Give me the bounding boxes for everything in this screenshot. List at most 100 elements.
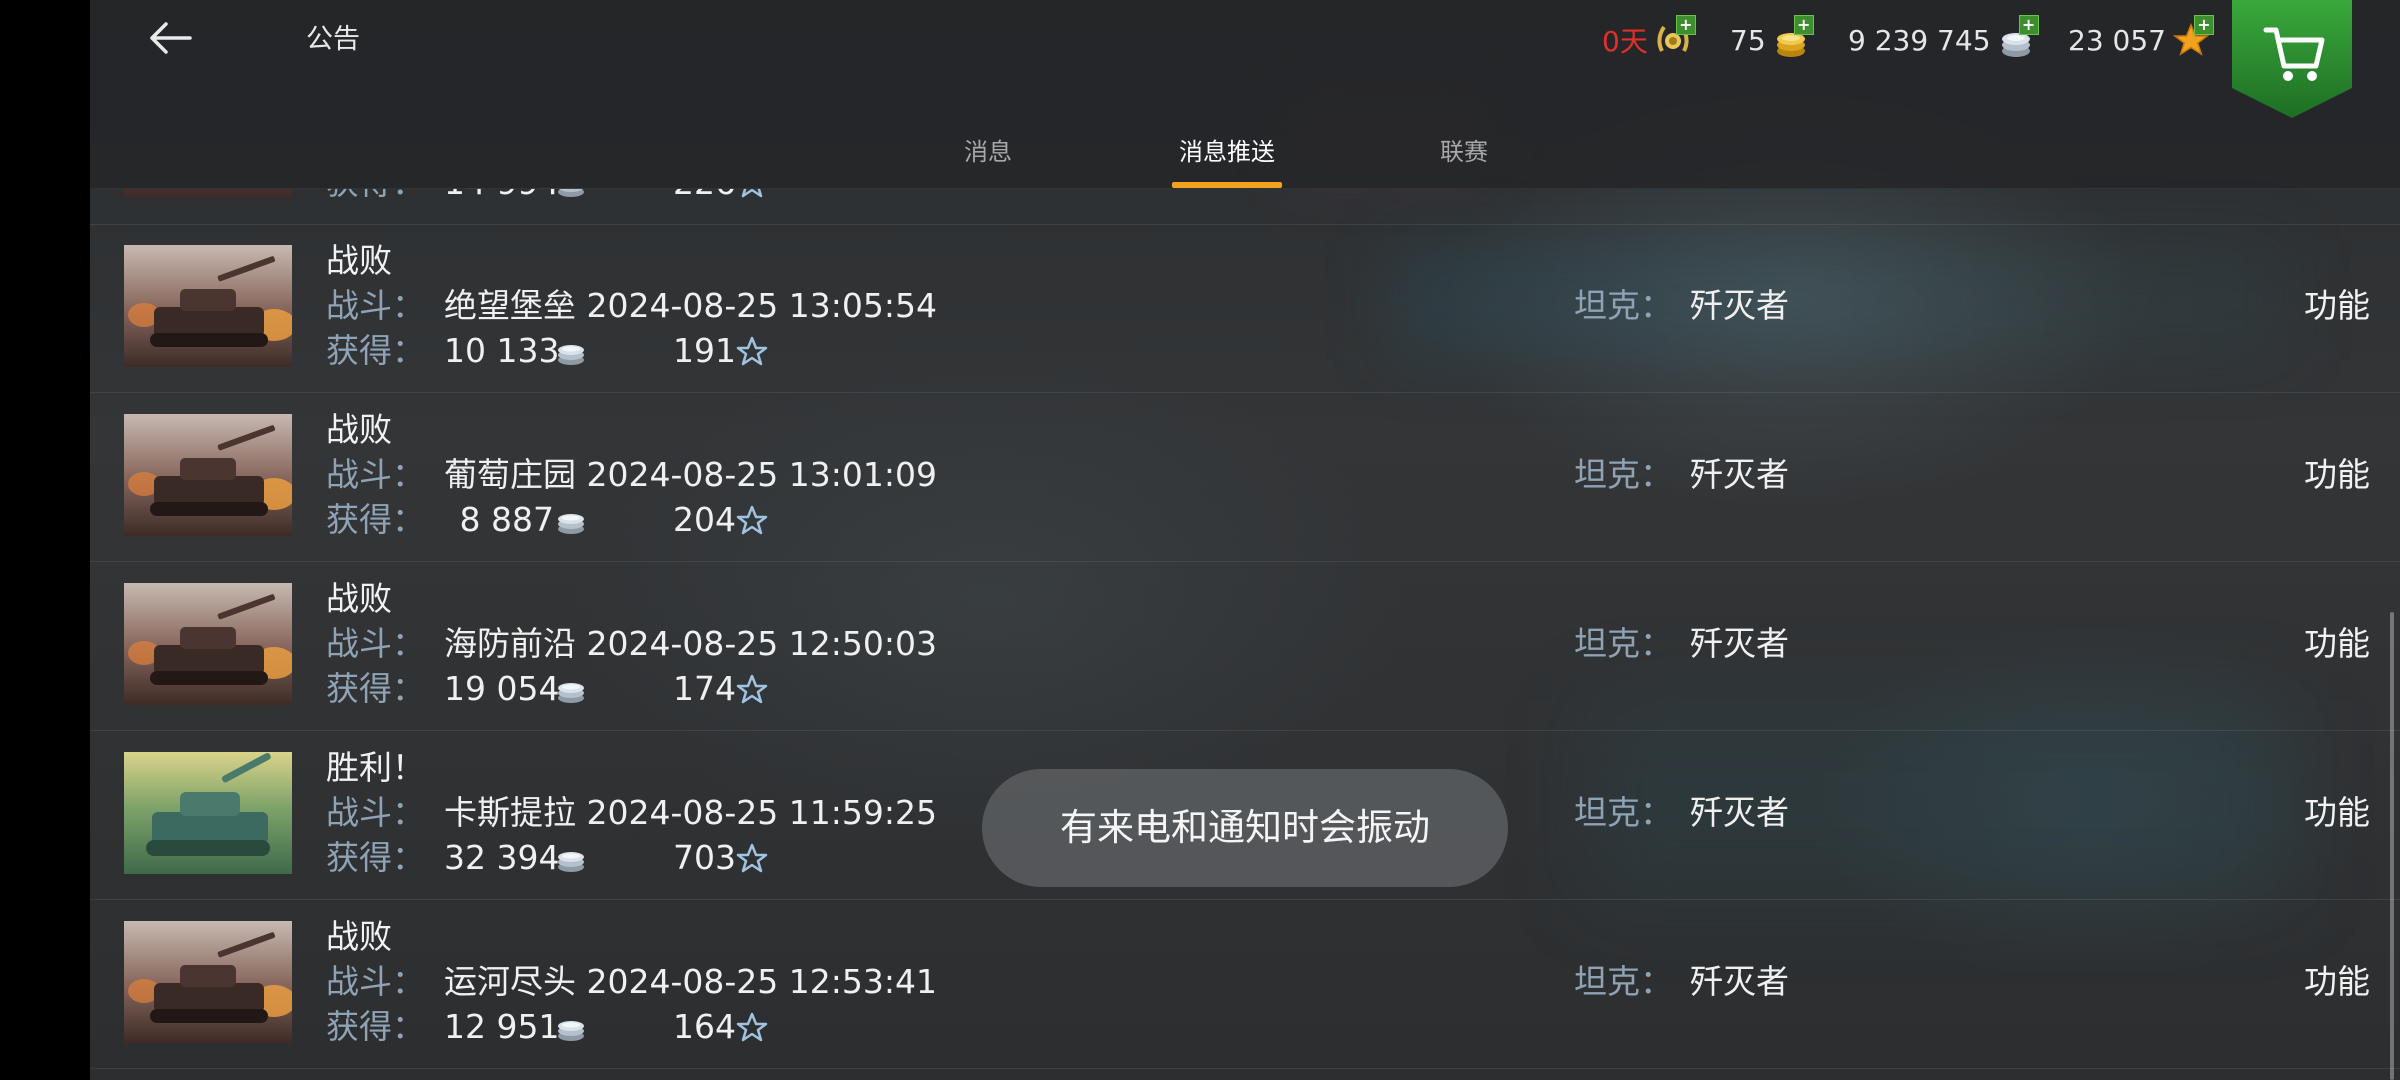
tab-push-messages[interactable]: 消息推送 [1172,132,1282,188]
xp-earned: 204 [673,500,736,539]
function-button[interactable]: 功能 [2304,454,2370,496]
battle-label: 战斗： [326,455,425,494]
tank-label: 坦克： [1574,793,1673,832]
earnings-line: 获得： 10 133 191 [326,330,768,376]
function-button[interactable]: 功能 [2304,792,2370,834]
back-button[interactable] [130,12,210,68]
map-name: 葡萄庄园 [444,455,576,494]
battle-label: 战斗： [326,286,425,325]
credits-counter[interactable]: 9 239 745 + [1848,15,2039,64]
xp-earned: 703 [673,838,736,877]
earnings-line: 获得： 19 054 174 [326,668,768,714]
xp-earned: 191 [673,331,736,370]
message-row[interactable]: 获得：14 994 226 [90,188,2400,225]
list-scrollbar[interactable] [2390,612,2394,1080]
star-outline-icon [736,672,768,714]
tab-bar: 消息 消息推送 联赛 [90,118,2400,188]
earnings-line: 获得： 32 394 703 [326,837,768,883]
silver-coins-icon [554,188,588,208]
battle-datetime: 2024-08-25 11:59:25 [586,793,937,832]
star-outline-icon [736,334,768,376]
credits-earned: 8 887 [459,500,554,539]
earned-label: 获得： [326,331,425,370]
plus-icon[interactable]: + [2193,15,2214,35]
plus-icon[interactable]: + [1793,15,1814,35]
gold-coins-icon: + [1772,15,1814,59]
battle-line: 战斗： 卡斯提拉 2024-08-25 11:59:25 [326,792,937,834]
tank-label: 坦克： [1574,455,1673,494]
map-name: 海防前沿 [444,624,576,663]
tab-label: 消息 [964,138,1012,166]
tank-info: 坦克： 歼灭者 [1574,623,1789,665]
tank-info: 坦克： 歼灭者 [1574,285,1789,327]
earned-label: 获得： [326,188,444,204]
silver-coins-icon [554,672,588,714]
free-xp-counter[interactable]: 23 057 + [2068,15,2214,64]
tank-name: 歼灭者 [1690,793,1789,832]
premium-laurel-icon: + [1654,15,1696,59]
tab-label: 消息推送 [1179,138,1275,166]
credits-earned: 10 133 [444,331,560,370]
arrow-left-icon [146,20,194,60]
battle-line: 战斗： 海防前沿 2024-08-25 12:50:03 [326,623,937,665]
battle-datetime: 2024-08-25 13:05:54 [586,286,937,325]
tab-messages[interactable]: 消息 [950,132,1026,188]
earned-label: 获得： [326,669,425,708]
message-row[interactable]: 战败 战斗： 绝望堡垒 2024-08-25 13:05:54 获得： 10 133… [90,224,2400,393]
tank-label: 坦克： [1574,624,1673,663]
tank-thumbnail-defeat [124,583,292,705]
battle-datetime: 2024-08-25 13:01:09 [586,455,937,494]
battle-datetime: 2024-08-25 12:50:03 [586,624,937,663]
map-name: 卡斯提拉 [444,793,576,832]
battle-datetime: 2024-08-25 12:53:41 [586,962,937,1001]
tank-info: 坦克： 歼灭者 [1574,454,1789,496]
tank-thumbnail-defeat [124,188,292,199]
battle-line: 战斗： 葡萄庄园 2024-08-25 13:01:09 [326,454,937,496]
function-button[interactable]: 功能 [2304,623,2370,665]
map-name: 绝望堡垒 [444,286,576,325]
battle-line: 战斗： 运河尽头 2024-08-25 12:53:41 [326,961,937,1003]
toast-notification: 有来电和通知时会振动 [982,769,1508,887]
message-row[interactable]: 战败 战斗： 运河尽头 2024-08-25 12:53:41 获得： 12 951… [90,900,2400,1069]
xp-earned: 226 [644,188,736,204]
message-row[interactable]: 战败 战斗： 葡萄庄园 2024-08-25 13:01:09 获得： 8 887 2… [90,393,2400,562]
screen: 获得：14 994226 [0,0,2400,1080]
battle-result-title: 战败 [326,579,392,618]
message-row[interactable]: 战败 战斗： 海防前沿 2024-08-25 12:50:03 获得： 19 054… [90,562,2400,731]
free-xp-value: 23 057 [2068,23,2166,57]
tank-name: 歼灭者 [1690,455,1789,494]
tab-league[interactable]: 联赛 [1426,132,1502,188]
tank-thumbnail-defeat [124,921,292,1043]
silver-coins-icon [554,1010,588,1052]
silver-coins-icon [554,334,588,376]
earned-label: 获得： [326,500,425,539]
credits-earned: 19 054 [444,669,560,708]
premium-account-counter[interactable]: 0天 + [1602,15,1696,64]
earnings-line: 获得： 8 887 204 [326,499,768,545]
star-outline-icon [736,503,768,545]
plus-icon[interactable]: + [1675,15,1696,35]
earnings-line: 获得：14 994 226 [326,188,768,208]
tank-name: 歼灭者 [1690,286,1789,325]
app-window: 获得：14 994226 [90,0,2400,1080]
tank-info: 坦克： 歼灭者 [1574,961,1789,1003]
credits-earned: 32 394 [444,838,560,877]
gold-counter[interactable]: 75 + [1730,15,1814,64]
battle-result-title: 战败 [326,410,392,449]
credits-value: 9 239 745 [1848,23,1991,57]
function-button[interactable]: 功能 [2304,961,2370,1003]
tank-label: 坦克： [1574,286,1673,325]
xp-earned: 164 [673,1007,736,1046]
battle-label: 战斗： [326,624,425,663]
tank-info: 坦克： 歼灭者 [1574,792,1789,834]
page-title: 公告 [306,24,360,55]
tab-label: 联赛 [1440,138,1488,166]
message-list[interactable]: 获得：14 994226 [90,188,2400,1080]
silver-coins-icon: + [1997,15,2039,59]
earnings-line: 获得： 12 951 164 [326,1006,768,1052]
battle-label: 战斗： [326,962,425,1001]
plus-icon[interactable]: + [2018,15,2039,35]
function-button[interactable]: 功能 [2304,285,2370,327]
premium-days-value: 0天 [1602,25,1648,58]
shop-button[interactable] [2232,0,2352,118]
